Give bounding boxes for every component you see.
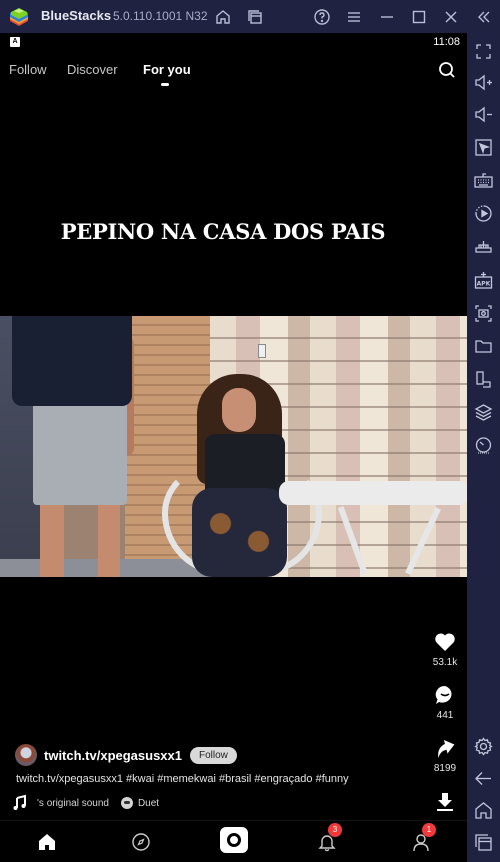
profile-badge: 1 <box>422 823 436 837</box>
status-bar: A 11:08 <box>0 33 467 53</box>
follow-button[interactable]: Follow <box>190 746 237 764</box>
install-apk-icon[interactable]: APK <box>473 270 494 291</box>
minimize-icon[interactable] <box>376 6 398 28</box>
bottom-nav: 3 1 <box>0 820 467 862</box>
nav-profile[interactable]: 1 <box>408 823 436 855</box>
nav-discover[interactable] <box>128 829 154 855</box>
screenshot-icon[interactable] <box>473 303 494 324</box>
camera-record-icon <box>227 833 241 847</box>
pointer-icon[interactable] <box>473 137 494 158</box>
heart-icon <box>435 633 455 651</box>
nav-home[interactable] <box>34 829 60 855</box>
keyboard-icon[interactable] <box>473 170 494 191</box>
top-tabs: Follow Discover For you <box>0 60 467 90</box>
maximize-icon[interactable] <box>408 6 430 28</box>
folder-icon[interactable] <box>473 336 494 357</box>
comment-icon <box>435 685 452 704</box>
back-icon[interactable] <box>473 768 494 789</box>
duet-icon <box>120 797 133 809</box>
comment-button[interactable]: 441 <box>425 683 465 721</box>
author-name[interactable]: twitch.tv/xpegasusxx1 <box>44 748 182 763</box>
bluestacks-logo-icon <box>10 8 28 26</box>
recent-apps-icon[interactable] <box>473 832 494 853</box>
comment-count: 441 <box>436 710 454 721</box>
gamepad-icon[interactable] <box>473 236 494 257</box>
share-icon <box>438 740 455 759</box>
duet-label[interactable]: Duet <box>138 798 159 809</box>
layers-icon[interactable] <box>473 402 494 423</box>
video-woman-legs <box>192 488 287 577</box>
sound-row[interactable]: 's original sound Duet <box>10 794 159 811</box>
collapse-sidebar-icon[interactable] <box>473 6 495 28</box>
download-icon <box>437 793 453 811</box>
help-icon[interactable] <box>311 6 333 28</box>
like-count: 53.1k <box>432 657 458 668</box>
app-name: BlueStacks <box>41 8 112 23</box>
post-description: twitch.tv/xpegasusxx1 #kwai #memekwai #b… <box>16 773 349 785</box>
compass-icon <box>132 833 150 851</box>
download-button[interactable] <box>425 790 465 814</box>
search-icon[interactable] <box>437 60 457 80</box>
nav-notifications[interactable]: 3 <box>314 823 342 855</box>
rotate-icon[interactable] <box>473 369 494 390</box>
avatar[interactable] <box>15 744 37 766</box>
sound-label[interactable]: 's original sound <box>37 798 109 809</box>
notification-badge: 3 <box>328 823 342 837</box>
music-note-icon <box>13 794 26 810</box>
video-man-leg <box>40 501 64 577</box>
record-button[interactable] <box>220 827 248 853</box>
tab-discover[interactable]: Discover <box>67 62 118 77</box>
home-icon[interactable] <box>212 6 234 28</box>
video-man-shirt <box>12 316 132 406</box>
android-screen: A 11:08 Follow Discover For you PEPINO N… <box>0 33 467 862</box>
video-man-leg <box>98 501 120 577</box>
like-button[interactable]: 53.1k <box>425 630 465 668</box>
record-macro-icon[interactable] <box>473 203 494 224</box>
active-tab-indicator <box>161 83 169 86</box>
share-button[interactable]: 8199 <box>425 736 465 774</box>
volume-down-icon[interactable] <box>473 104 494 125</box>
video-player[interactable] <box>0 316 467 577</box>
app-version: 5.0.110.1001 N32 <box>113 9 208 23</box>
video-man-shorts <box>33 400 127 505</box>
video-table-top <box>279 481 467 505</box>
performance-icon[interactable] <box>473 435 494 456</box>
status-time: 11:08 <box>433 36 460 48</box>
title-bar: BlueStacks 5.0.110.1001 N32 <box>0 0 500 33</box>
volume-up-icon[interactable] <box>473 72 494 93</box>
tab-follow[interactable]: Follow <box>9 62 47 77</box>
share-count: 8199 <box>433 763 457 774</box>
settings-icon[interactable] <box>473 736 494 757</box>
tab-for-you[interactable]: For you <box>143 62 191 77</box>
menu-icon[interactable] <box>343 6 365 28</box>
video-caption: PEPINO NA CASA DOS PAIS <box>60 219 386 244</box>
home-icon[interactable] <box>473 800 494 821</box>
multi-instance-icon[interactable] <box>244 6 266 28</box>
svg-text:APK: APK <box>477 281 491 288</box>
video-woman-face <box>222 388 256 432</box>
author-row: twitch.tv/xpegasusxx1 Follow <box>15 743 237 767</box>
fullscreen-icon[interactable] <box>473 41 494 62</box>
video-outlet <box>258 344 266 358</box>
home-icon <box>39 834 55 850</box>
close-icon[interactable] <box>440 6 462 28</box>
notification-indicator-icon: A <box>10 37 20 47</box>
emulator-sidebar: APK <box>467 33 500 862</box>
